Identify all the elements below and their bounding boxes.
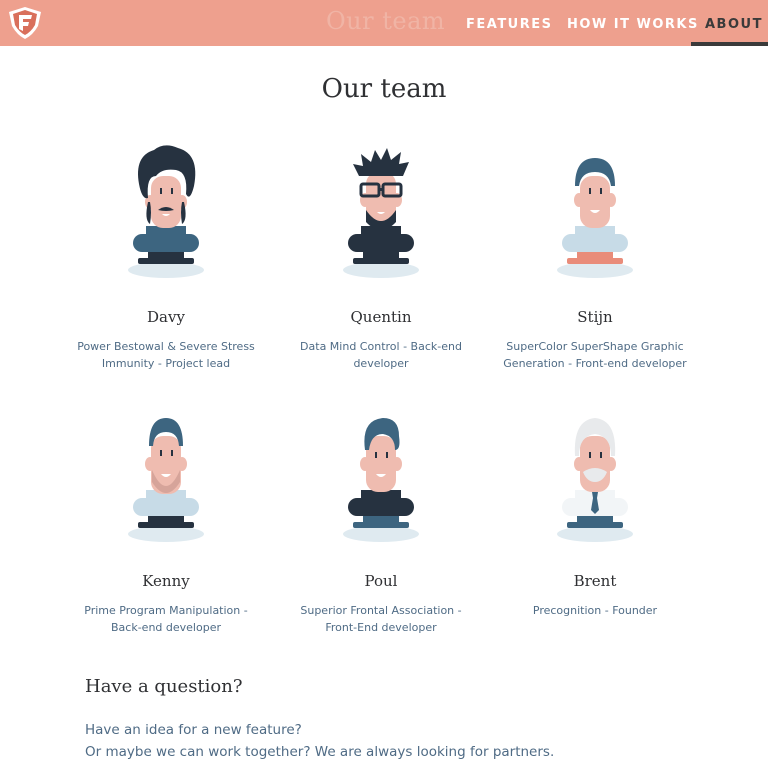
- navbar: Our team FEATURES HOW IT WORKS ABOUT: [0, 0, 768, 46]
- active-nav-indicator: [691, 42, 768, 46]
- team-member-brent: Brent Precognition - Founder: [495, 406, 695, 646]
- member-role: Prime Program Manipulation - Back-end de…: [84, 604, 248, 634]
- team-member-kenny: Kenny Prime Program Manipulation - Back-…: [66, 406, 266, 646]
- member-name: Poul: [364, 572, 398, 590]
- member-name: Davy: [147, 308, 185, 326]
- question-heading: Have a question?: [85, 676, 243, 697]
- beanie-avatar-icon: [557, 158, 633, 278]
- nav-page-title: Our team: [326, 7, 446, 35]
- team-member-davy: Davy Power Bestowal & Severe Stress Immu…: [66, 142, 266, 382]
- team-member-quentin: Quentin Data Mind Control - Back-end dev…: [281, 142, 481, 382]
- member-name: Quentin: [350, 308, 412, 326]
- member-name: Kenny: [142, 572, 190, 590]
- member-role: SuperColor SuperShape Graphic Generation…: [503, 340, 687, 370]
- member-role: Precognition - Founder: [532, 604, 658, 617]
- beard-avatar-icon: [128, 418, 204, 542]
- spiky-hair-glasses-avatar-icon: [343, 148, 419, 278]
- team-member-stijn: Stijn SuperColor SuperShape Graphic Gene…: [495, 142, 695, 382]
- member-role: Data Mind Control - Back-end developer: [300, 340, 462, 370]
- nav-link-features[interactable]: FEATURES: [466, 17, 553, 32]
- page-title: Our team: [321, 74, 447, 104]
- nav-link-how-it-works[interactable]: HOW IT WORKS: [567, 17, 699, 32]
- member-role: Superior Frontal Association - Front-End…: [300, 604, 462, 634]
- member-name: Brent: [573, 572, 617, 590]
- curly-hair-mustache-avatar-icon: [128, 145, 204, 278]
- nav-link-about[interactable]: ABOUT: [705, 17, 763, 32]
- quiff-avatar-icon: [343, 418, 419, 542]
- shield-f-logo-icon[interactable]: [6, 6, 44, 40]
- member-role: Power Bestowal & Severe Stress Immunity …: [77, 340, 255, 370]
- question-text-line: Have an idea for a new feature?: [85, 722, 302, 738]
- question-text-line: Or maybe we can work together? We are al…: [85, 744, 555, 760]
- white-hair-tie-avatar-icon: [557, 418, 633, 542]
- team-member-poul: Poul Superior Frontal Association - Fron…: [281, 406, 481, 646]
- member-name: Stijn: [577, 308, 613, 326]
